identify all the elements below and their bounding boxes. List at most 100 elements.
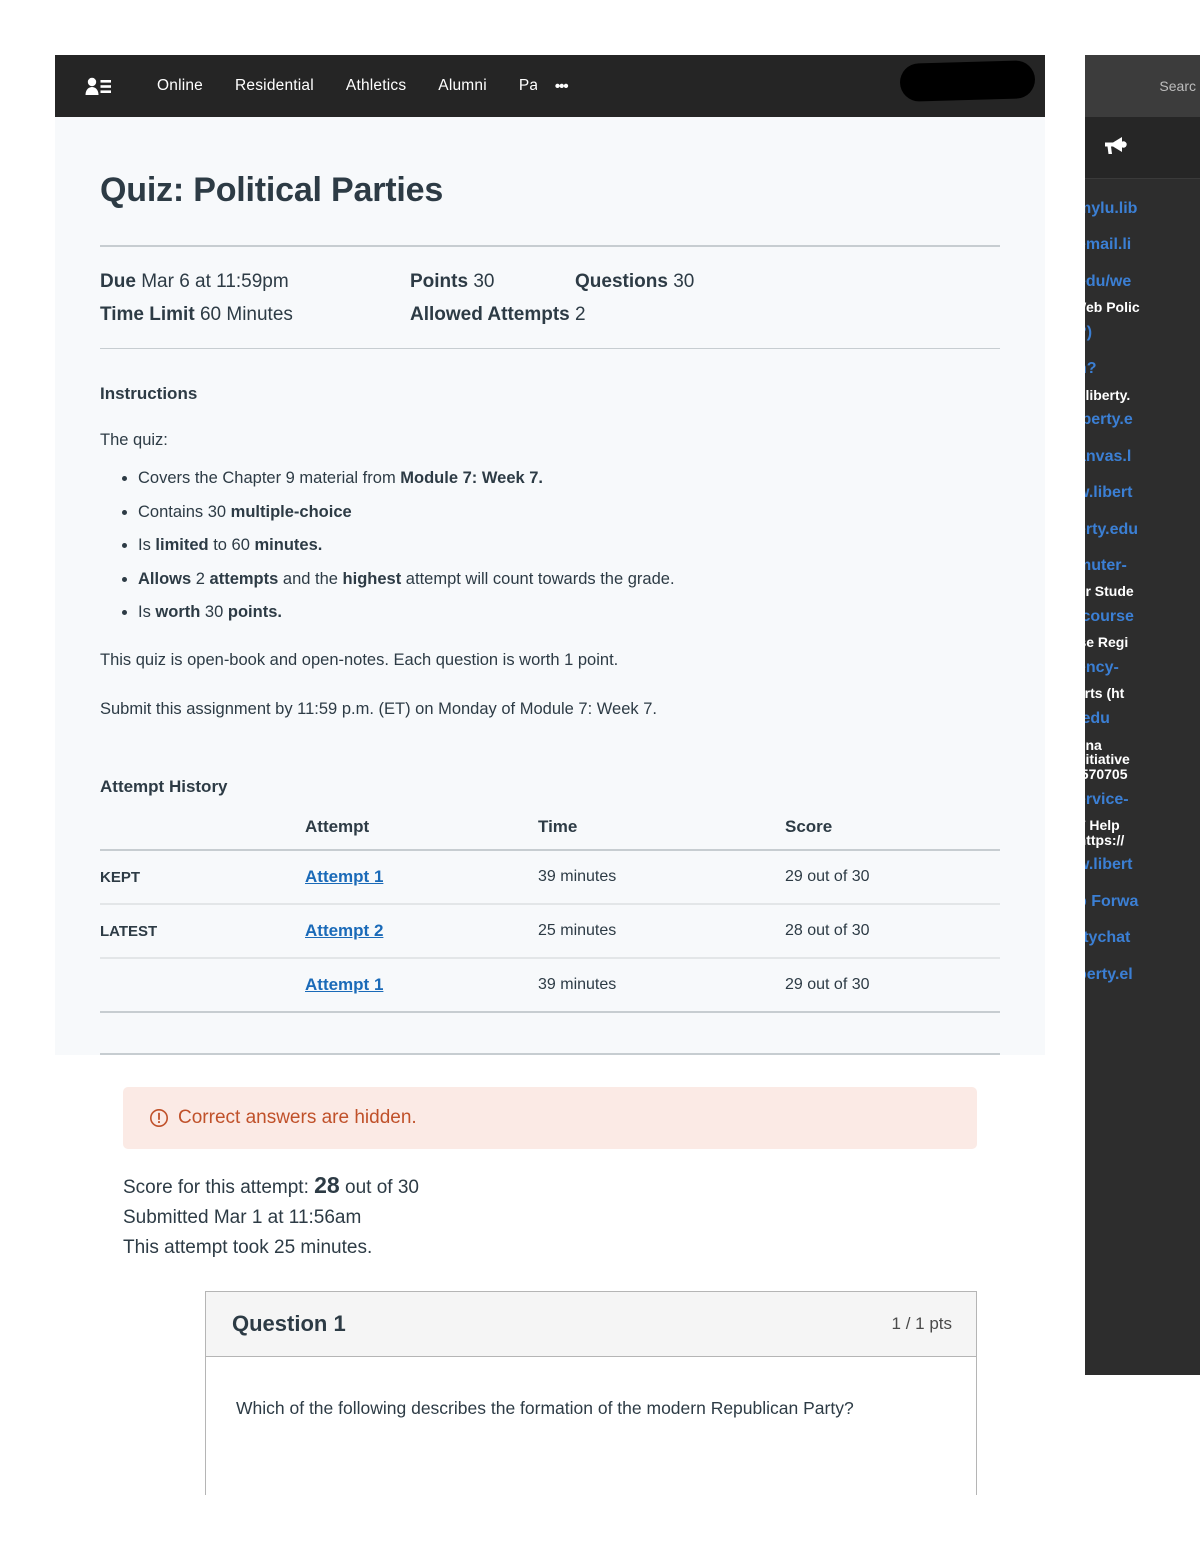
question-card-1: Question 1 1 / 1 pts Which of the follow… [205,1291,977,1495]
account-list-icon[interactable] [81,69,115,103]
instructions-paragraph-2: Submit this assignment by 11:59 p.m. (ET… [100,699,657,718]
meta-allowed-attempts-label: Allowed Attempts [410,304,570,326]
instruction-5-bold: worth [155,603,201,622]
panel-link-18[interactable]: p Forwa [1085,884,1200,920]
panel-link-2[interactable]: edu/we [1085,264,1200,300]
nav-link-online[interactable]: Online [157,77,203,95]
instruction-1-bold: Module 7: Week 7. [400,469,544,488]
row-1-status: KEPT [100,850,305,906]
table-header-row: Attempt Time Score [100,809,1000,852]
question-card-body: Which of the following describes the for… [206,1357,976,1495]
quiz-meta-block: Due Mar 6 at 11:59pm Points 30 Questions… [100,247,1000,348]
panel-link-19[interactable]: rtychat [1085,920,1200,956]
row-2-status: LATEST [100,904,305,960]
page-root: Online Residential Athletics Alumni Pa •… [0,0,1200,1553]
instruction-item-4: Allows 2 attempts and the highest attemp… [138,569,1000,590]
quiz-page-body: Quiz: Political Parties Due Mar 6 at 11:… [55,171,1045,1495]
nav-overflow-icon[interactable]: ••• [555,78,569,95]
nav-link-residential[interactable]: Residential [235,77,314,95]
page-title: Quiz: Political Parties [100,171,444,209]
panel-sub-10: rse Regi [1085,634,1129,651]
panel-sub-14: 5570705 [1085,765,1128,782]
instruction-2-pre: Contains 30 [138,502,231,521]
meta-points-value: 30 [473,271,495,292]
row-3-attempt-cell: Attempt 1 [305,958,538,1014]
instruction-item-5: Is worth 30 points. [138,602,1000,623]
row-2-score: 28 out of 30 [785,904,1000,960]
top-navigation-bar: Online Residential Athletics Alumni Pa •… [55,55,1045,117]
instructions-heading: Instructions [100,383,198,403]
panel-link-17[interactable]: w.libert [1085,847,1200,883]
row-1-attempt-cell: Attempt 1 [305,850,538,906]
instruction-2-bold: multiple-choice [230,502,352,521]
meta-time-limit-value: 60 Minutes [199,304,293,326]
instruction-5-bold2: points. [227,603,282,622]
alert-message: Correct answers are hidden. [178,1107,417,1129]
panel-link-10[interactable]: /course [1085,599,1200,635]
instruction-4-bold3: highest [342,569,402,588]
instruction-1-pre: Covers the Chapter 9 material from [138,469,401,488]
instruction-item-2: Contains 30 multiple-choice [138,502,1000,523]
row-1-time: 39 minutes [538,850,785,906]
panel-sub-2: Web Polic [1085,299,1140,316]
attempt-score-block: Score for this attempt: 28 out of 30 Sub… [123,1172,977,1259]
panel-link-9[interactable]: muter- [1085,548,1200,584]
th-time: Time [538,809,785,852]
nav-links: Online Residential Athletics Alumni Pa •… [157,77,569,95]
panel-link-12[interactable]: .edu [1085,701,1200,737]
meta-questions-label: Questions [575,271,668,292]
panel-sub-9: ter Stude [1085,583,1134,600]
panel-link-1[interactable]: email.li [1085,227,1200,263]
nav-link-alumni[interactable]: Alumni [438,77,487,95]
instruction-4-post2: and the [278,569,343,588]
panel-link-20[interactable]: berty.el [1085,957,1200,993]
meta-row-1: Due Mar 6 at 11:59pm Points 30 Questions… [100,265,1000,298]
instruction-3-bold: limited [155,536,209,555]
panel-link-8[interactable]: erty.edu [1085,512,1200,548]
th-score: Score [785,809,1000,852]
instruction-4-post3: attempt will count towards the grade. [401,569,675,588]
panel-link-6[interactable]: anvas.l [1085,439,1200,475]
table-row: Attempt 1 39 minutes 29 out of 30 [100,958,1000,1014]
row-2-time: 25 minutes [538,904,785,960]
panel-link-5[interactable]: iberty.e [1085,402,1200,438]
panel-search-bar[interactable]: Searc [1085,55,1200,117]
attempt-link-3[interactable]: Attempt 1 [305,975,383,994]
instructions-lead: The quiz: [100,430,168,449]
meta-due-value: Mar 6 at 11:59pm [141,271,289,292]
panel-link-0[interactable]: mylu.lib [1085,191,1200,227]
instruction-5-pre: Is [138,603,156,622]
panel-link-11[interactable]: ency- [1085,650,1200,686]
instruction-3-post: to 60 [208,536,255,555]
submitted-timestamp: Submitted Mar 1 at 11:56am [123,1207,362,1229]
exclamation-circle-icon [149,1108,169,1128]
divider-below-meta [100,347,1000,349]
table-row: KEPT Attempt 1 39 minutes 29 out of 30 [100,850,1000,906]
panel-sub-11: lerts (ht [1085,685,1125,702]
panel-link-3[interactable]: ?) [1085,315,1200,351]
attempt-history-table: Attempt Time Score KEPT Attempt 1 39 min… [100,809,1000,1014]
megaphone-icon [1102,135,1128,160]
meta-points-label: Points [410,271,469,292]
panel-announcement-row[interactable] [1085,117,1200,179]
panel-sub-16: (https:// [1085,831,1125,848]
nav-link-athletics[interactable]: Athletics [346,77,406,95]
instruction-3-bold2: minutes. [254,536,323,555]
panel-link-15[interactable]: ervice- [1085,782,1200,818]
panel-sub-4: o.liberty. [1085,386,1131,403]
attempt-link-1[interactable]: Attempt 1 [305,867,383,886]
attempt-results-area: Correct answers are hidden. Score for th… [55,1055,1045,1495]
attempt-duration: This attempt took 25 minutes. [123,1237,373,1259]
panel-link-7[interactable]: w.libert [1085,475,1200,511]
panel-links-list: mylu.lib email.li edu/we Web Polic ?) n?… [1085,179,1200,993]
panel-link-4[interactable]: n? [1085,351,1200,387]
attempt-link-2[interactable]: Attempt 2 [305,921,383,940]
question-text: Which of the following describes the for… [236,1398,854,1419]
instruction-3-pre: Is [138,536,156,555]
th-status [100,809,305,852]
instruction-4-post: 2 [191,569,210,588]
meta-row-2: Time Limit 60 Minutes Allowed Attempts 2 [100,298,1000,331]
nav-link-parents-truncated[interactable]: Pa [519,77,537,95]
instructions-paragraph-1: This quiz is open-book and open-notes. E… [100,650,619,669]
instruction-4-bold: Allows [138,569,192,588]
